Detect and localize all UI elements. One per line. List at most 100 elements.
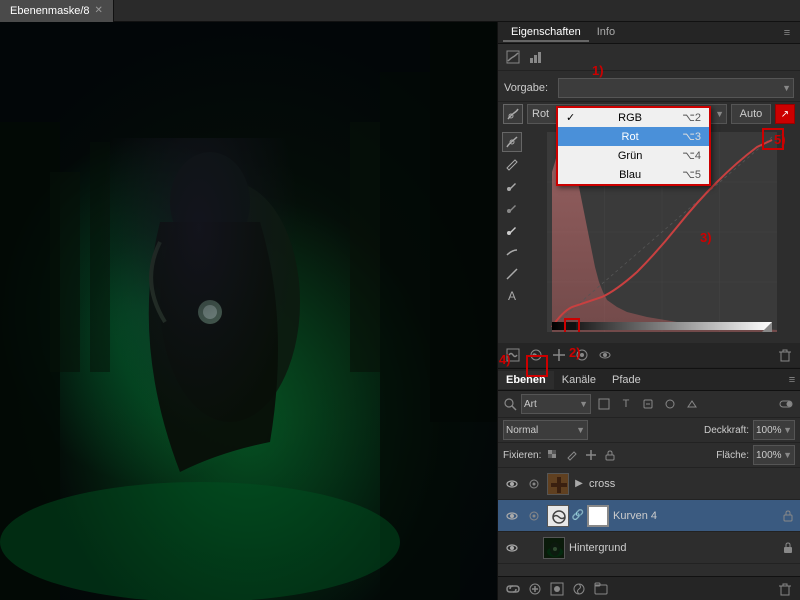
properties-header: Eigenschaften Info ≡	[498, 22, 800, 44]
layers-bottom-bar	[498, 576, 800, 600]
channel-dropdown-arrow: ▼	[715, 109, 724, 119]
layer-thumb-kurven4	[547, 505, 569, 527]
layer-group-btn[interactable]	[591, 580, 611, 598]
search-icon	[503, 397, 517, 411]
tab-pfade[interactable]: Pfade	[604, 371, 649, 389]
fill-label: Fläche:	[716, 450, 749, 461]
fix-icon-lock[interactable]	[602, 447, 618, 463]
layer-list: ▶ cross 🔗 Kurv	[498, 468, 800, 576]
curve-text-tool[interactable]: A	[502, 286, 522, 306]
dropdown-item-rot[interactable]: Rot ⌥3	[558, 127, 709, 146]
layer-group-cross[interactable]: ▶ cross	[498, 468, 800, 500]
filter-select[interactable]: Art	[521, 394, 591, 414]
filter-icon-5[interactable]	[683, 395, 701, 413]
vorgabe-row: Vorgabe: ▼	[498, 75, 800, 102]
action-icon-eye[interactable]	[595, 346, 615, 364]
layer-mask-btn[interactable]	[547, 580, 567, 598]
layer-lock-hintergrund[interactable]	[781, 541, 795, 555]
dropdown-item-gruen[interactable]: Grün ⌥4	[558, 146, 709, 165]
check-rgb: ✓	[566, 111, 578, 124]
layer-lock-cross[interactable]	[525, 475, 543, 493]
tab-close-icon[interactable]: ✕	[95, 5, 103, 16]
corner-button[interactable]: ↗	[775, 104, 795, 124]
layer-kurven4[interactable]: 🔗 Kurven 4	[498, 500, 800, 532]
vorgabe-label: Vorgabe:	[504, 82, 554, 94]
eyedropper-hi-tool[interactable]	[502, 220, 522, 240]
action-icon-2[interactable]	[526, 346, 546, 364]
layer-fx-btn[interactable]	[525, 580, 545, 598]
tab-kanaele[interactable]: Kanäle	[554, 371, 604, 389]
filter-icon-1[interactable]	[595, 395, 613, 413]
shortcut-rgb: ⌥2	[682, 111, 701, 124]
blend-opacity-row: Normal ▼ Deckkraft: ▼	[498, 418, 800, 443]
group-expand-arrow[interactable]: ▶	[573, 478, 585, 490]
vorgabe-select-wrapper: ▼	[558, 78, 794, 98]
filter-toggle[interactable]	[777, 395, 795, 413]
layer-thumb-cross	[547, 473, 569, 495]
layer-mask-icon-kurven4[interactable]	[525, 507, 543, 525]
filter-icon-3[interactable]	[639, 395, 657, 413]
filter-icon-2[interactable]: T	[617, 395, 635, 413]
channel-dropdown-overlay: ✓ RGB ⌥2 Rot ⌥3 Grün ⌥4 Blau ⌥5	[556, 106, 711, 186]
canvas-image	[0, 22, 497, 600]
tab-eigenschaften[interactable]: Eigenschaften	[503, 24, 589, 42]
layers-menu-button[interactable]: ≡	[784, 372, 800, 388]
vorgabe-select[interactable]	[558, 78, 794, 98]
opacity-input[interactable]	[753, 420, 795, 440]
layer-vis-cross[interactable]	[503, 475, 521, 493]
action-icon-delete[interactable]	[775, 346, 795, 364]
fix-fill-row: Fixieren: Fläche:	[498, 443, 800, 468]
properties-tabs: Eigenschaften Info	[503, 24, 623, 42]
curve-pencil-tool[interactable]	[502, 154, 522, 174]
panel-action-icons	[498, 343, 800, 368]
filter-select-wrapper: Art ▼	[521, 394, 591, 414]
tab-info[interactable]: Info	[589, 24, 623, 42]
fix-icon-brush[interactable]	[564, 447, 580, 463]
layers-panel: Ebenen Kanäle Pfade ≡ Art	[498, 368, 800, 600]
layer-delete-btn[interactable]	[775, 580, 795, 598]
curve-smooth-tool[interactable]	[502, 242, 522, 262]
auto-button[interactable]: Auto	[731, 104, 771, 124]
blend-mode-select[interactable]: Normal	[503, 420, 588, 440]
layers-filter-toolbar: Art ▼ T	[498, 391, 800, 418]
layer-link-btn[interactable]	[503, 580, 523, 598]
shortcut-gruen: ⌥4	[682, 149, 701, 162]
opacity-label: Deckkraft:	[704, 425, 749, 436]
layers-header: Ebenen Kanäle Pfade ≡	[498, 369, 800, 391]
layer-chain-kurven4[interactable]: 🔗	[573, 510, 583, 521]
eyedropper-mid-tool[interactable]	[502, 198, 522, 218]
fix-icons	[545, 447, 618, 463]
curve-select-tool[interactable]	[502, 132, 522, 152]
curve-point-tool[interactable]	[503, 104, 523, 124]
histogram-icon[interactable]	[526, 47, 546, 67]
fill-input[interactable]	[753, 445, 795, 465]
action-icon-1[interactable]	[503, 346, 523, 364]
dropdown-item-blau[interactable]: Blau ⌥5	[558, 165, 709, 184]
layer-name-kurven4: Kurven 4	[613, 510, 777, 522]
eyedropper-tool[interactable]	[502, 176, 522, 196]
layer-mask-kurven4	[587, 505, 609, 527]
canvas-area[interactable]	[0, 22, 497, 600]
curves-tools: A	[502, 132, 524, 339]
shortcut-blau: ⌥5	[682, 168, 701, 181]
properties-menu-button[interactable]: ≡	[779, 25, 795, 41]
fix-icon-move[interactable]	[583, 447, 599, 463]
opacity-wrapper: ▼	[753, 420, 795, 440]
layer-lock-btn-kurven4[interactable]	[781, 509, 795, 523]
dropdown-item-rgb[interactable]: ✓ RGB ⌥2	[558, 108, 709, 127]
tab-bar: Ebenenmaske/8 ✕	[0, 0, 800, 22]
curves-icon[interactable]	[503, 47, 523, 67]
shortcut-rot: ⌥3	[682, 130, 701, 143]
document-tab[interactable]: Ebenenmaske/8 ✕	[0, 0, 114, 22]
layer-vis-hintergrund[interactable]	[503, 539, 521, 557]
tab-ebenen[interactable]: Ebenen	[498, 371, 554, 389]
fix-icon-transparent[interactable]	[545, 447, 561, 463]
layer-hintergrund[interactable]: Hintergrund	[498, 532, 800, 564]
canvas-svg	[0, 22, 497, 600]
filter-icon-4[interactable]	[661, 395, 679, 413]
layer-vis-kurven4[interactable]	[503, 507, 521, 525]
curve-corner-tool[interactable]	[502, 264, 522, 284]
layer-adjustment-btn[interactable]	[569, 580, 589, 598]
action-icon-3[interactable]	[549, 346, 569, 364]
action-icon-4[interactable]	[572, 346, 592, 364]
